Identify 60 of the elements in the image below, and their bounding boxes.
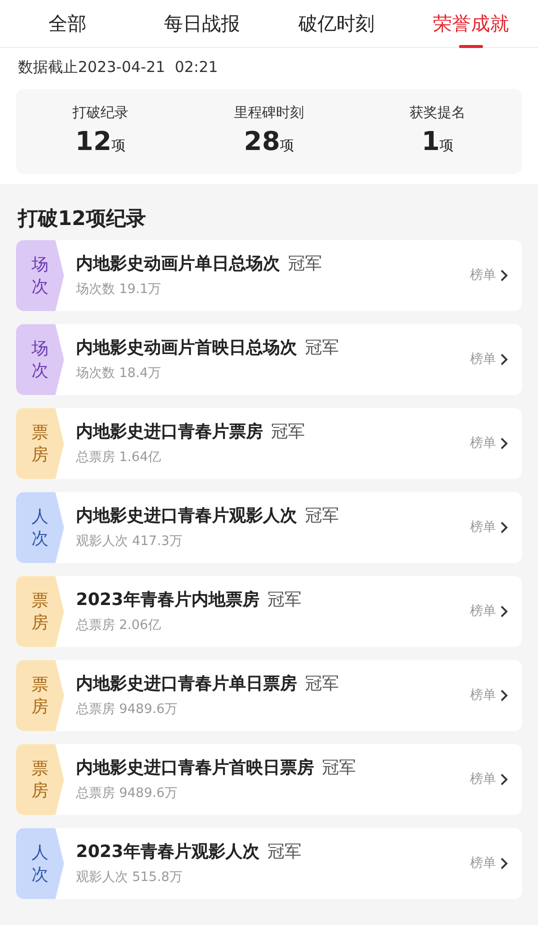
- category-tag: 票房: [16, 408, 64, 480]
- record-detail: 场次数 19.1万: [76, 280, 162, 299]
- record-rank: 冠军: [305, 673, 339, 696]
- section-title: 打破12项纪录: [16, 205, 147, 232]
- record-title: 内地影史动画片首映日总场次: [76, 337, 297, 360]
- record-title: 内地影史进口青春片票房: [76, 421, 263, 444]
- record-detail: 总票房 9489.6万: [76, 700, 179, 719]
- record-title: 内地影史进口青春片观影人次: [76, 505, 297, 528]
- tab[interactable]: 荣誉成就: [404, 0, 538, 48]
- ranking-link[interactable]: 榜单: [470, 518, 522, 538]
- record-detail: 总票房 2.06亿: [76, 616, 162, 635]
- ranking-link[interactable]: 榜单: [470, 770, 522, 790]
- record-title: 2023年青春片内地票房: [76, 589, 260, 612]
- category-tag: 票房: [16, 744, 64, 816]
- ranking-link[interactable]: 榜单: [470, 350, 522, 370]
- stat-value: 12项: [75, 128, 126, 156]
- record-detail: 总票房 9489.6万: [76, 784, 179, 803]
- tab[interactable]: 每日战报: [134, 0, 269, 48]
- stat-value: 28项: [244, 128, 294, 156]
- record-detail: 观影人次 515.8万: [76, 868, 184, 887]
- record-title: 内地影史进口青春片首映日票房: [76, 757, 314, 780]
- record-title: 内地影史进口青春片单日票房: [76, 673, 297, 696]
- category-tag: 票房: [16, 576, 64, 648]
- ranking-link[interactable]: 榜单: [470, 434, 522, 454]
- chevron-right-icon: [500, 269, 508, 282]
- ranking-link[interactable]: 榜单: [470, 266, 522, 286]
- chevron-right-icon: [500, 605, 508, 618]
- ranking-link[interactable]: 榜单: [470, 686, 522, 706]
- record-rank: 冠军: [305, 505, 339, 528]
- chevron-right-icon: [500, 521, 508, 534]
- ranking-link[interactable]: 榜单: [470, 854, 522, 874]
- chevron-right-icon: [500, 353, 508, 366]
- category-tag: 场次: [16, 240, 64, 312]
- chevron-right-icon: [500, 857, 508, 870]
- record-rank: 冠军: [305, 337, 339, 360]
- tab[interactable]: 破亿时刻: [269, 0, 404, 48]
- stat-label: 获奖提名: [410, 104, 466, 122]
- category-tag: 票房: [16, 660, 64, 732]
- record-rank: 冠军: [288, 253, 322, 276]
- stat-label: 里程碑时刻: [234, 104, 304, 122]
- category-tag: 场次: [16, 324, 64, 396]
- ranking-link[interactable]: 榜单: [470, 602, 522, 622]
- record-title: 内地影史动画片单日总场次: [76, 253, 280, 276]
- record-rank: 冠军: [322, 757, 356, 780]
- chevron-right-icon: [500, 437, 508, 450]
- stat-label: 打破纪录: [72, 104, 128, 122]
- record-rank: 冠军: [267, 589, 302, 612]
- record-rank: 冠军: [267, 841, 302, 864]
- record-detail: 观影人次 417.3万: [76, 532, 184, 551]
- record-title: 2023年青春片观影人次: [76, 841, 260, 864]
- category-tag: 人次: [16, 828, 64, 900]
- record-detail: 场次数 18.4万: [76, 364, 162, 383]
- data-cutoff-time: 数据截止2023-04-21 02:21: [17, 57, 219, 78]
- record-rank: 冠军: [271, 421, 305, 444]
- stat-value: 1项: [422, 128, 454, 156]
- category-tag: 人次: [16, 492, 64, 564]
- chevron-right-icon: [500, 773, 508, 786]
- record-detail: 总票房 1.64亿: [76, 448, 162, 467]
- tab[interactable]: 全部: [0, 0, 134, 48]
- chevron-right-icon: [500, 689, 508, 702]
